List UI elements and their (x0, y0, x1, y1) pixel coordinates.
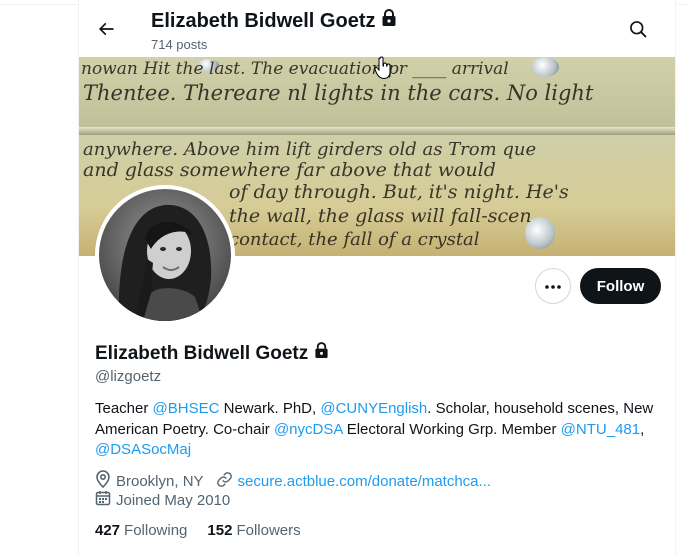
bio-mention-link[interactable]: @NTU_481 (561, 421, 640, 438)
banner-handwriting: nowan Hit the last. The evacuation pr __… (81, 59, 509, 79)
display-name: Elizabeth Bidwell Goetz (95, 342, 309, 364)
website-link[interactable]: secure.actblue.com/donate/matchca... (238, 473, 491, 490)
back-button[interactable] (89, 14, 123, 48)
follow-counts: 427 Following 152 Followers (95, 522, 301, 539)
profile-column: nowan Hit the last. The evacuation pr __… (78, 0, 676, 556)
more-options-button[interactable] (535, 268, 571, 304)
following-label: Following (124, 522, 188, 539)
more-icon (544, 277, 562, 295)
header-title: Elizabeth Bidwell Goetz (151, 9, 397, 33)
following-link[interactable]: 427 Following (95, 522, 187, 539)
location-item: Brooklyn, NY (95, 470, 204, 492)
bio-text: Teacher (95, 400, 153, 417)
profile-name: Elizabeth Bidwell Goetz (95, 342, 329, 365)
profile-handle: @lizgoetz (95, 368, 162, 385)
banner-handwriting: and glass somewhere far above that would (83, 159, 496, 181)
joined-item: Joined May 2010 (95, 490, 230, 510)
banner-knob (531, 57, 559, 77)
calendar-icon (95, 490, 111, 510)
banner-handwriting: the wall, the glass will fall-scen (229, 205, 532, 227)
profile-bio: Teacher @BHSEC Newark. PhD, @CUNYEnglish… (95, 399, 661, 461)
bio-mention-link[interactable]: @DSASocMaj (95, 441, 191, 458)
lock-icon (381, 9, 397, 33)
banner-handwriting: Thentee. Thereare nl lights in the cars.… (83, 81, 594, 105)
header-name: Elizabeth Bidwell Goetz (151, 9, 376, 32)
search-button[interactable] (621, 14, 655, 48)
follow-button[interactable]: Follow (580, 268, 661, 304)
followers-count: 152 (207, 522, 233, 539)
bio-mention-link[interactable]: @BHSEC (153, 400, 220, 417)
bio-text: Electoral Working Grp. Member (342, 420, 561, 438)
search-icon (628, 19, 648, 44)
banner-handwriting: anywhere. Above him lift girders old as … (83, 139, 537, 160)
bio-mention-link[interactable]: @CUNYEnglish (320, 400, 427, 417)
avatar[interactable] (95, 185, 235, 325)
profile-header: Elizabeth Bidwell Goetz 714 posts (79, 0, 675, 57)
followers-label: Followers (236, 522, 301, 539)
hand-cursor-icon (374, 56, 392, 80)
following-count: 427 (95, 522, 121, 539)
profile-meta: Brooklyn, NY secure.actblue.com/donate/m… (95, 470, 503, 492)
joined-text: Joined May 2010 (116, 491, 231, 509)
post-count: 714 posts (151, 37, 208, 52)
bio-text: Newark. PhD, (219, 400, 321, 417)
bio-mention-link[interactable]: @nycDSA (274, 421, 343, 438)
bio-text: , (640, 420, 645, 438)
followers-link[interactable]: 152 Followers (207, 522, 300, 539)
website-item[interactable]: secure.actblue.com/donate/matchca... (216, 471, 491, 492)
link-icon (216, 471, 233, 492)
banner-handwriting: of day through. But, it's night. He's (229, 181, 569, 203)
banner-handwriting: contact, the fall of a crystal (229, 229, 480, 250)
page-gutter (0, 0, 78, 556)
lock-icon (314, 342, 329, 365)
location-text: Brooklyn, NY (116, 472, 204, 490)
location-pin-icon (95, 470, 111, 492)
arrow-left-icon (96, 19, 116, 44)
